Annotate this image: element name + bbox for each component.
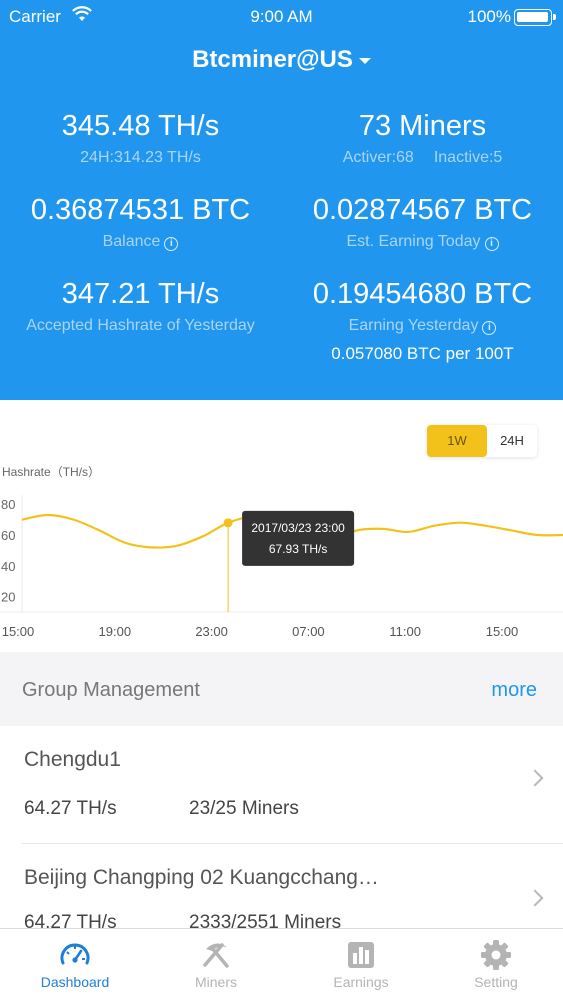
pickaxe-icon (203, 943, 229, 968)
x-tick-label: 11:00 (389, 624, 421, 639)
y-tick-label: 20 (1, 590, 15, 605)
account-switcher[interactable]: Btcminer@US (0, 46, 563, 74)
tab-label: Dashboard (40, 974, 110, 990)
range-toggle: 1W 24H (427, 425, 537, 457)
x-tick-label: 23:00 (195, 624, 228, 639)
tab-label: Setting (474, 974, 518, 990)
active-miners: Activer:68 (342, 149, 414, 166)
more-link[interactable]: more (491, 679, 537, 702)
tab-earnings[interactable]: Earnings (291, 929, 431, 1000)
inactive-miners: Inactive:5 (433, 149, 503, 166)
gear-icon (481, 940, 511, 970)
accepted-hashrate-value: 347.21 TH/s (61, 278, 220, 310)
balance-value: 0.36874531 BTC (30, 194, 251, 226)
y-axis-title: Hashrate（TH/s） (2, 465, 101, 479)
dashboard-header: Carrier 9:00 AM 100% Btcminer@US 345.48 … (0, 0, 563, 400)
y-tick-label: 60 (1, 528, 15, 543)
range-24h-button[interactable]: 24H (487, 425, 537, 457)
tooltip-value: 67.93 TH/s (269, 542, 327, 556)
y-tick-label: 40 (1, 559, 15, 574)
gauge-icon (60, 943, 90, 965)
chevron-right-icon (526, 889, 544, 907)
tab-bar: Dashboard Miners Earnings Setting (0, 928, 563, 1000)
info-icon[interactable]: i (482, 321, 497, 335)
status-bar: Carrier 9:00 AM 100% (0, 0, 563, 34)
x-tick-label: 15:00 (486, 624, 519, 639)
balance-stat: 0.36874531 BTC Balance i (0, 194, 281, 251)
tab-dashboard[interactable]: Dashboard (5, 929, 145, 1000)
battery-icon (514, 9, 556, 26)
earning-yesterday-stat: 0.19454680 BTC Earning Yesterday i 0.0570… (282, 278, 563, 364)
tab-miners[interactable]: Miners (146, 929, 286, 1000)
accepted-hashrate-label: Accepted Hashrate of Yesterday (26, 317, 255, 334)
balance-label: Balance (102, 233, 161, 250)
group-item[interactable]: Chengdu1 64.27 TH/s 23/25 Miners (0, 726, 563, 843)
earning-yesterday-label-row: Earning Yesterday i (282, 317, 563, 335)
accepted-hashrate-stat: 347.21 TH/s Accepted Hashrate of Yesterd… (0, 278, 281, 335)
earning-yesterday-label: Earning Yesterday (348, 317, 479, 334)
group-management-header: Group Management more (0, 652, 563, 726)
est-earning-label: Est. Earning Today (346, 233, 481, 250)
info-icon[interactable]: i (164, 237, 179, 251)
group-miners: 23/25 Miners (189, 798, 299, 819)
earning-per-100t: 0.057080 BTC per 100T (331, 344, 514, 363)
group-name: Chengdu1 (24, 748, 121, 771)
hashrate-stat: 345.48 TH/s 24H:314.23 TH/s (0, 110, 281, 167)
hashrate-value: 345.48 TH/s (61, 110, 220, 142)
balance-label-row: Balance i (0, 233, 281, 251)
est-earning-label-row: Est. Earning Today i (282, 233, 563, 251)
earning-yesterday-value: 0.19454680 BTC (312, 278, 533, 310)
hashrate-chart-panel: 80 60 40 20 15:00 19:00 23:00 07:00 11:00 15:00 20… (0, 400, 563, 652)
group-hashrate: 64.27 TH/s (24, 798, 117, 819)
caret-down-icon (358, 57, 371, 64)
tab-setting[interactable]: Setting (426, 929, 563, 1000)
est-earning-stat: 0.02874567 BTC Est. Earning Today i (282, 194, 563, 251)
x-tick-label: 19:00 (99, 624, 132, 639)
x-tick-label: 07:00 (292, 624, 325, 639)
miners-status: Activer:68 Inactive:5 (282, 149, 563, 167)
selected-point[interactable] (223, 518, 233, 528)
chevron-right-icon (526, 769, 544, 787)
group-name: Beijing Changping 02 Kuangcchang… (24, 866, 379, 889)
miners-count: 73 Miners (358, 110, 487, 142)
tab-label: Earnings (333, 974, 389, 990)
y-tick-label: 80 (1, 497, 15, 512)
x-tick-label: 15:00 (2, 624, 35, 639)
bar-chart-icon (348, 942, 374, 968)
est-earning-value: 0.02874567 BTC (312, 194, 533, 226)
range-1w-button[interactable]: 1W (427, 425, 487, 457)
group-management-title: Group Management (22, 679, 200, 701)
tooltip-date: 2017/03/23 23:00 (251, 521, 345, 535)
info-icon[interactable]: i (484, 237, 499, 251)
battery-percent: 100% (467, 7, 511, 26)
tab-label: Miners (194, 974, 237, 990)
account-name: Btcminer@US (192, 46, 353, 73)
tooltip-box (242, 510, 355, 566)
miners-stat: 73 Miners Activer:68 Inactive:5 (282, 110, 563, 167)
hashrate-24h: 24H:314.23 TH/s (80, 149, 201, 166)
